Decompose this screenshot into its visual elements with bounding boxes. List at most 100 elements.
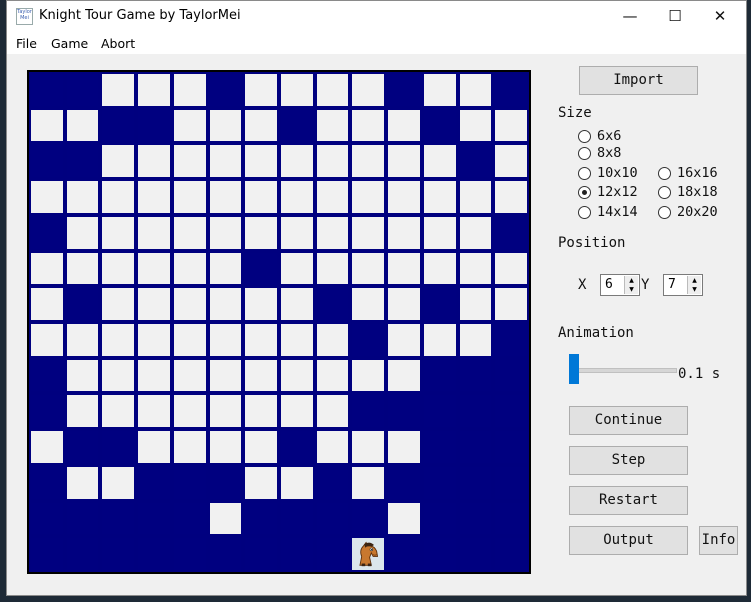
board-cell[interactable]	[314, 500, 351, 537]
size-radio-6x6[interactable]	[578, 130, 591, 143]
board-cell[interactable]	[279, 107, 315, 144]
board-cell[interactable]	[136, 357, 172, 394]
board-cell[interactable]	[279, 179, 315, 215]
y-up-arrow-icon[interactable]: ▲	[688, 276, 701, 285]
board-cell[interactable]	[243, 536, 279, 572]
knight-cell[interactable]	[350, 536, 387, 572]
board-cell[interactable]	[386, 500, 422, 537]
board-cell[interactable]	[100, 322, 137, 358]
board-cell[interactable]	[421, 107, 458, 144]
board-cell[interactable]	[350, 107, 387, 144]
board-cell[interactable]	[207, 286, 244, 322]
board-cell[interactable]	[64, 357, 101, 394]
board-cell[interactable]	[100, 286, 137, 322]
board-cell[interactable]	[493, 286, 529, 322]
board-cell[interactable]	[100, 214, 137, 251]
board-cell[interactable]	[386, 464, 422, 501]
board-cell[interactable]	[279, 500, 315, 537]
board-cell[interactable]	[421, 464, 458, 501]
size-radio-20x20[interactable]	[658, 206, 671, 219]
board-cell[interactable]	[29, 357, 65, 394]
board-cell[interactable]	[457, 536, 494, 572]
board-cell[interactable]	[386, 107, 422, 144]
size-radio-12x12[interactable]	[578, 186, 591, 199]
close-button[interactable]: ✕	[697, 1, 743, 32]
board-cell[interactable]	[171, 357, 208, 394]
board-cell[interactable]	[279, 286, 315, 322]
board-cell[interactable]	[457, 464, 494, 501]
board-cell[interactable]	[207, 464, 244, 501]
board-cell[interactable]	[314, 286, 351, 322]
board-cell[interactable]	[350, 393, 387, 430]
board-cell[interactable]	[243, 72, 279, 108]
board-cell[interactable]	[171, 143, 208, 180]
board-cell[interactable]	[493, 179, 529, 215]
board-cell[interactable]	[243, 286, 279, 322]
board-cell[interactable]	[171, 179, 208, 215]
board-cell[interactable]	[136, 107, 172, 144]
board-cell[interactable]	[136, 72, 172, 108]
board-cell[interactable]	[100, 72, 137, 108]
board-cell[interactable]	[493, 143, 529, 180]
board-cell[interactable]	[421, 357, 458, 394]
title-bar[interactable]: Taylor Mei Knight Tour Game by TaylorMei…	[7, 1, 746, 32]
board-cell[interactable]	[171, 393, 208, 430]
board-cell[interactable]	[243, 500, 279, 537]
board-cell[interactable]	[64, 429, 101, 465]
board-cell[interactable]	[243, 357, 279, 394]
board-cell[interactable]	[457, 72, 494, 108]
board-cell[interactable]	[64, 500, 101, 537]
board-cell[interactable]	[457, 107, 494, 144]
board-cell[interactable]	[136, 214, 172, 251]
animation-slider-thumb[interactable]	[569, 354, 579, 384]
board-cell[interactable]	[64, 536, 101, 572]
board-cell[interactable]	[493, 107, 529, 144]
board-cell[interactable]	[64, 286, 101, 322]
board-cell[interactable]	[350, 250, 387, 287]
board-cell[interactable]	[100, 143, 137, 180]
x-up-arrow-icon[interactable]: ▲	[625, 276, 638, 285]
board-cell[interactable]	[421, 429, 458, 465]
board-cell[interactable]	[457, 286, 494, 322]
board-cell[interactable]	[243, 214, 279, 251]
board-cell[interactable]	[421, 393, 458, 430]
board-cell[interactable]	[350, 179, 387, 215]
size-radio-18x18[interactable]	[658, 186, 671, 199]
board-cell[interactable]	[29, 286, 65, 322]
board-cell[interactable]	[493, 536, 529, 572]
board-cell[interactable]	[171, 286, 208, 322]
board-cell[interactable]	[171, 500, 208, 537]
size-radio-8x8[interactable]	[578, 147, 591, 160]
board-cell[interactable]	[421, 536, 458, 572]
board-cell[interactable]	[100, 250, 137, 287]
board-cell[interactable]	[457, 250, 494, 287]
board-cell[interactable]	[493, 214, 529, 251]
board-cell[interactable]	[29, 464, 65, 501]
board-cell[interactable]	[207, 179, 244, 215]
board-cell[interactable]	[207, 429, 244, 465]
board-cell[interactable]	[136, 464, 172, 501]
board-cell[interactable]	[243, 464, 279, 501]
board-cell[interactable]	[457, 322, 494, 358]
output-button[interactable]: Output	[569, 526, 688, 555]
board-cell[interactable]	[421, 286, 458, 322]
board-cell[interactable]	[207, 536, 244, 572]
board-cell[interactable]	[171, 107, 208, 144]
board-cell[interactable]	[136, 322, 172, 358]
board-cell[interactable]	[207, 393, 244, 430]
board-cell[interactable]	[243, 322, 279, 358]
board-cell[interactable]	[350, 286, 387, 322]
board-cell[interactable]	[243, 107, 279, 144]
board-cell[interactable]	[314, 179, 351, 215]
board-cell[interactable]	[279, 143, 315, 180]
board-cell[interactable]	[29, 393, 65, 430]
board-cell[interactable]	[29, 429, 65, 465]
board-cell[interactable]	[243, 250, 279, 287]
board-cell[interactable]	[207, 107, 244, 144]
board-cell[interactable]	[493, 72, 529, 108]
board-cell[interactable]	[457, 143, 494, 180]
board-cell[interactable]	[64, 179, 101, 215]
board-cell[interactable]	[314, 250, 351, 287]
board-cell[interactable]	[136, 500, 172, 537]
board-cell[interactable]	[386, 143, 422, 180]
